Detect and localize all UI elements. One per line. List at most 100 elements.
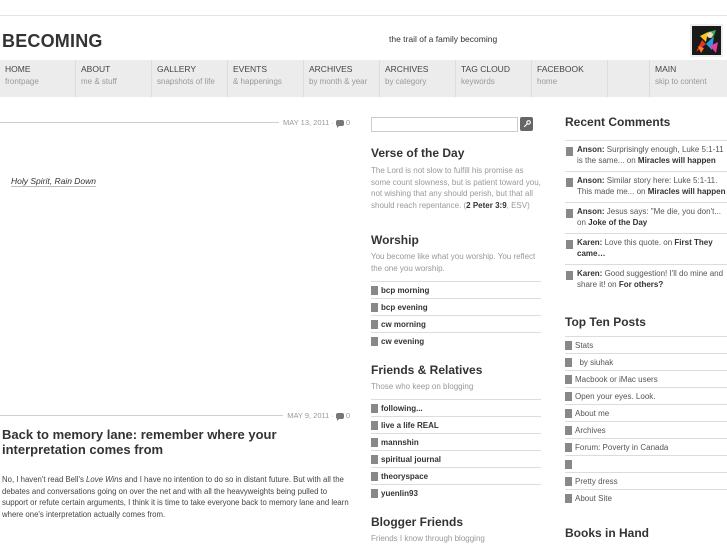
- comment-item[interactable]: Anson: Similar story here: Luke 5:1-11. …: [565, 171, 727, 202]
- list-item[interactable]: following...: [371, 399, 541, 416]
- comment-item[interactable]: Anson: Surprisingly enough, Luke 5:1-11 …: [565, 140, 727, 171]
- list-item[interactable]: bcp evening: [371, 298, 541, 315]
- nav-archives-category[interactable]: ARCHIVES by category: [380, 60, 456, 97]
- nav-archives-month[interactable]: ARCHIVES by month & year: [304, 60, 380, 97]
- post-meta: MAY 13, 2011 · 0: [0, 118, 350, 128]
- list-item[interactable]: cw morning: [371, 315, 541, 332]
- search-input[interactable]: [371, 117, 518, 132]
- comment-post-link[interactable]: Joke of the Day: [588, 218, 647, 227]
- nav-sublabel: home: [537, 77, 558, 86]
- comment-count[interactable]: 0: [346, 411, 350, 420]
- list-item[interactable]: spiritual journal: [371, 450, 541, 467]
- nav-sublabel: keywords: [461, 77, 495, 86]
- list-item[interactable]: mannshin: [371, 433, 541, 450]
- list-item[interactable]: live a life REAL: [371, 416, 541, 433]
- friends-title: Friends & Relatives: [371, 363, 483, 377]
- friends-links: following... live a life REAL mannshin s…: [371, 399, 541, 501]
- avatar[interactable]: [690, 24, 723, 57]
- document-icon: [565, 340, 572, 350]
- document-icon: [566, 271, 573, 280]
- post-divider: [0, 415, 284, 416]
- comment-post-link[interactable]: Miracles will happen: [638, 156, 716, 165]
- comment-item[interactable]: Karen: Love this quote. on First They ca…: [565, 233, 727, 264]
- list-item[interactable]: About Site: [565, 489, 727, 506]
- comment-item[interactable]: Anson: Jesus says: "Me die, you don't...…: [565, 202, 727, 233]
- list-item[interactable]: theoryspace: [371, 467, 541, 484]
- nav-about[interactable]: ABOUT me & stuff: [76, 60, 152, 97]
- nav-facebook[interactable]: FACEBOOK home: [532, 60, 608, 97]
- document-icon: [371, 454, 378, 464]
- document-icon: [565, 493, 572, 503]
- comment-author: Karen:: [577, 269, 603, 278]
- link-text: Pretty dress: [575, 476, 618, 486]
- nav-label: ARCHIVES: [385, 64, 429, 74]
- comment-count[interactable]: 0: [346, 118, 350, 127]
- list-item[interactable]: by siuhak: [565, 353, 727, 370]
- document-icon: [565, 357, 572, 367]
- comment-author: Anson:: [577, 207, 605, 216]
- worship-links: bcp morning bcp evening cw morning cw ev…: [371, 281, 541, 349]
- document-icon: [371, 285, 378, 295]
- list-item[interactable]: Open your eyes. Look.: [565, 387, 727, 404]
- nav-events[interactable]: EVENTS & happenings: [228, 60, 304, 97]
- nav-sublabel: & happenings: [233, 77, 282, 86]
- main-nav: HOME frontpage ABOUT me & stuff GALLERY sna…: [0, 60, 727, 97]
- link-text: by siuhak: [575, 357, 614, 367]
- comment-post-link[interactable]: Miracles will happen: [648, 187, 726, 196]
- post-date[interactable]: MAY 9, 2011: [287, 411, 329, 420]
- link-text: theoryspace: [381, 471, 429, 481]
- comment-bubble-icon[interactable]: [335, 119, 344, 128]
- search-button[interactable]: [520, 117, 533, 131]
- link-text: mannshin: [381, 437, 419, 447]
- comment-bubble-icon[interactable]: [335, 412, 344, 421]
- link-text: Forum: Poverty in Canada: [575, 442, 669, 452]
- document-icon: [565, 408, 572, 418]
- list-item[interactable]: cw evening: [371, 332, 541, 349]
- text: No, I haven't read Bell's: [2, 475, 87, 484]
- nav-tag-cloud[interactable]: TAG CLOUD keywords: [456, 60, 532, 97]
- document-icon: [565, 391, 572, 401]
- list-item[interactable]: Pretty dress: [565, 472, 727, 489]
- colorful-avatar-icon: [692, 26, 721, 55]
- list-item[interactable]: Archives: [565, 421, 727, 438]
- document-icon: [565, 476, 572, 486]
- link-text: Open your eyes. Look.: [575, 391, 656, 401]
- post-date[interactable]: MAY 13, 2011: [283, 118, 329, 127]
- comment-item[interactable]: Karen: Good suggestion! I'll do mine and…: [565, 264, 727, 295]
- blogger-friends-title: Blogger Friends: [371, 515, 464, 529]
- verse-text: The Lord is not slow to fulfill his prom…: [371, 165, 541, 211]
- search-key-icon: [523, 120, 531, 128]
- comment-author: Anson:: [577, 145, 605, 154]
- list-item[interactable]: Stats: [565, 336, 727, 353]
- comment-author: Anson:: [577, 176, 605, 185]
- list-item[interactable]: Macbook or iMac users: [565, 370, 727, 387]
- document-icon: [371, 420, 378, 430]
- list-item[interactable]: yuenlin93: [371, 484, 541, 501]
- books-title: Books in Hand: [565, 526, 650, 540]
- post-divider: [0, 122, 280, 123]
- recent-comments-list: Anson: Surprisingly enough, Luke 5:1-11 …: [565, 140, 727, 295]
- link-text: spiritual journal: [381, 454, 442, 464]
- comment-post-link[interactable]: For others?: [619, 280, 663, 289]
- nav-gallery[interactable]: GALLERY snapshots of life: [152, 60, 228, 97]
- nav-skip-to-content[interactable]: MAIN skip to content: [650, 60, 727, 97]
- post-title[interactable]: Back to memory lane: remember where your…: [2, 427, 342, 457]
- site-title[interactable]: BECOMING: [2, 31, 103, 52]
- site-tagline: the trail of a family becoming: [389, 34, 498, 44]
- nav-label: ABOUT: [81, 64, 111, 74]
- verse-reference[interactable]: 2 Peter 3:9: [466, 201, 506, 210]
- link-text: yuenlin93: [381, 488, 418, 498]
- post-paragraph: No, I haven't read Bell's Love Wins and …: [2, 474, 352, 520]
- nav-home[interactable]: HOME frontpage: [0, 60, 76, 97]
- worship-subtitle: You become like what you worship. You re…: [371, 252, 536, 273]
- nav-sublabel: by category: [385, 77, 427, 86]
- list-item[interactable]: Forum: Poverty in Canada: [565, 438, 727, 455]
- list-item[interactable]: bcp morning: [371, 281, 541, 298]
- text: , ESV): [506, 200, 530, 210]
- list-item[interactable]: About me: [565, 404, 727, 421]
- list-item[interactable]: [565, 455, 727, 472]
- emphasis-text: Love Wins: [86, 475, 123, 484]
- comment-excerpt: Love this quote. on: [602, 238, 675, 247]
- link-text: Macbook or iMac users: [575, 374, 658, 384]
- post-link[interactable]: Holy Spirit, Rain Down: [11, 176, 97, 187]
